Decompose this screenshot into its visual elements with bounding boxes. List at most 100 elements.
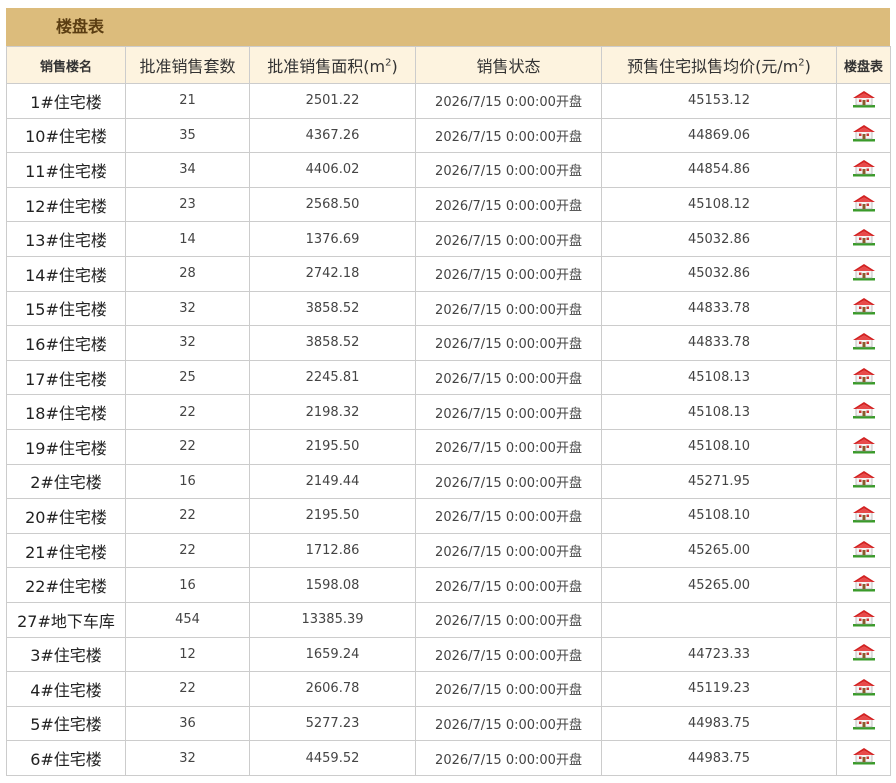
- cell-plan-link[interactable]: [836, 740, 891, 776]
- cell-plan-link[interactable]: [836, 83, 891, 119]
- cell-building-name: 10#住宅楼: [6, 117, 126, 154]
- table-row: 18#住宅楼 22 2198.32 2026/7/15 0:00:00开盘 45108.…: [6, 394, 891, 430]
- cell-units: 14: [125, 221, 250, 257]
- cell-area: 13385.39: [249, 601, 416, 638]
- cell-price: [601, 601, 837, 638]
- house-icon[interactable]: [852, 367, 876, 389]
- cell-plan-link[interactable]: [836, 290, 891, 327]
- cell-plan-link[interactable]: [836, 601, 891, 638]
- cell-plan-link[interactable]: [836, 567, 891, 603]
- cell-status: 2026/7/15 0:00:00开盘: [415, 359, 602, 396]
- panel-title: 楼盘表: [6, 8, 890, 46]
- cell-plan-link[interactable]: [836, 186, 891, 223]
- cell-status: 2026/7/15 0:00:00开盘: [415, 290, 602, 327]
- table-row: 5#住宅楼 36 5277.23 2026/7/15 0:00:00开盘 44983.7…: [6, 705, 891, 742]
- cell-area: 1376.69: [249, 221, 416, 257]
- house-icon[interactable]: [852, 609, 876, 631]
- table-row: 16#住宅楼 32 3858.52 2026/7/15 0:00:00开盘 44833.…: [6, 325, 891, 361]
- table-row: 14#住宅楼 28 2742.18 2026/7/15 0:00:00开盘 45032.…: [6, 255, 891, 292]
- cell-units: 32: [125, 290, 250, 327]
- cell-price: 45271.95: [601, 463, 837, 500]
- building-table: 销售楼名 批准销售套数 批准销售面积(m2) 销售状态 预售住宅拟售均价(元/m…: [6, 46, 891, 776]
- cell-area: 2606.78: [249, 671, 416, 707]
- cell-price: 44833.78: [601, 325, 837, 361]
- cell-plan-link[interactable]: [836, 428, 891, 465]
- cell-building-name: 3#住宅楼: [6, 636, 126, 673]
- cell-building-name: 19#住宅楼: [6, 428, 126, 465]
- cell-building-name: 18#住宅楼: [6, 394, 126, 430]
- house-icon[interactable]: [852, 401, 876, 423]
- cell-price: 44983.75: [601, 740, 837, 776]
- cell-plan-link[interactable]: [836, 325, 891, 361]
- house-icon[interactable]: [852, 263, 876, 285]
- cell-status: 2026/7/15 0:00:00开盘: [415, 740, 602, 776]
- cell-status: 2026/7/15 0:00:00开盘: [415, 636, 602, 673]
- cell-area: 2195.50: [249, 428, 416, 465]
- cell-building-name: 1#住宅楼: [6, 83, 126, 119]
- house-icon[interactable]: [852, 470, 876, 492]
- cell-plan-link[interactable]: [836, 636, 891, 673]
- table-header-row: 销售楼名 批准销售套数 批准销售面积(m2) 销售状态 预售住宅拟售均价(元/m…: [6, 46, 891, 84]
- cell-area: 2501.22: [249, 83, 416, 119]
- cell-plan-link[interactable]: [836, 705, 891, 742]
- cell-area: 2245.81: [249, 359, 416, 396]
- house-icon[interactable]: [852, 194, 876, 216]
- cell-plan-link[interactable]: [836, 152, 891, 188]
- cell-status: 2026/7/15 0:00:00开盘: [415, 394, 602, 430]
- house-icon[interactable]: [852, 643, 876, 665]
- cell-price: 44833.78: [601, 290, 837, 327]
- cell-plan-link[interactable]: [836, 394, 891, 430]
- house-icon[interactable]: [852, 436, 876, 458]
- cell-area: 2742.18: [249, 255, 416, 292]
- house-icon[interactable]: [852, 505, 876, 527]
- cell-building-name: 17#住宅楼: [6, 359, 126, 396]
- house-icon[interactable]: [852, 332, 876, 354]
- house-icon[interactable]: [852, 124, 876, 146]
- house-icon[interactable]: [852, 90, 876, 112]
- cell-building-name: 21#住宅楼: [6, 532, 126, 569]
- cell-plan-link[interactable]: [836, 359, 891, 396]
- cell-status: 2026/7/15 0:00:00开盘: [415, 152, 602, 188]
- cell-plan-link[interactable]: [836, 463, 891, 500]
- house-icon[interactable]: [852, 574, 876, 596]
- cell-area: 1659.24: [249, 636, 416, 673]
- house-icon[interactable]: [852, 747, 876, 769]
- cell-area: 1598.08: [249, 567, 416, 603]
- cell-plan-link[interactable]: [836, 532, 891, 569]
- cell-plan-link[interactable]: [836, 498, 891, 534]
- cell-building-name: 6#住宅楼: [6, 740, 126, 776]
- house-icon[interactable]: [852, 678, 876, 700]
- table-row: 13#住宅楼 14 1376.69 2026/7/15 0:00:00开盘 45032.…: [6, 221, 891, 257]
- cell-price: 44869.06: [601, 117, 837, 154]
- header-plan: 楼盘表: [836, 46, 891, 84]
- header-name: 销售楼名: [6, 46, 126, 84]
- cell-area: 3858.52: [249, 290, 416, 327]
- cell-building-name: 27#地下车库: [6, 601, 126, 638]
- house-icon[interactable]: [852, 540, 876, 562]
- cell-units: 454: [125, 601, 250, 638]
- cell-status: 2026/7/15 0:00:00开盘: [415, 498, 602, 534]
- table-row: 12#住宅楼 23 2568.50 2026/7/15 0:00:00开盘 45108.…: [6, 186, 891, 223]
- table-row: 27#地下车库 454 13385.39 2026/7/15 0:00:00开盘: [6, 601, 891, 638]
- table-row: 3#住宅楼 12 1659.24 2026/7/15 0:00:00开盘 44723.3…: [6, 636, 891, 673]
- cell-area: 5277.23: [249, 705, 416, 742]
- table-row: 6#住宅楼 32 4459.52 2026/7/15 0:00:00开盘 44983.7…: [6, 740, 891, 776]
- cell-building-name: 20#住宅楼: [6, 498, 126, 534]
- cell-plan-link[interactable]: [836, 117, 891, 154]
- cell-area: 2568.50: [249, 186, 416, 223]
- cell-status: 2026/7/15 0:00:00开盘: [415, 705, 602, 742]
- cell-plan-link[interactable]: [836, 255, 891, 292]
- cell-building-name: 11#住宅楼: [6, 152, 126, 188]
- cell-price: 44723.33: [601, 636, 837, 673]
- house-icon[interactable]: [852, 712, 876, 734]
- house-icon[interactable]: [852, 159, 876, 181]
- cell-plan-link[interactable]: [836, 221, 891, 257]
- cell-status: 2026/7/15 0:00:00开盘: [415, 325, 602, 361]
- cell-price: 45032.86: [601, 221, 837, 257]
- house-icon[interactable]: [852, 228, 876, 250]
- house-icon[interactable]: [852, 297, 876, 319]
- table-row: 1#住宅楼 21 2501.22 2026/7/15 0:00:00开盘 45153.1…: [6, 83, 891, 119]
- cell-plan-link[interactable]: [836, 671, 891, 707]
- cell-status: 2026/7/15 0:00:00开盘: [415, 532, 602, 569]
- cell-status: 2026/7/15 0:00:00开盘: [415, 255, 602, 292]
